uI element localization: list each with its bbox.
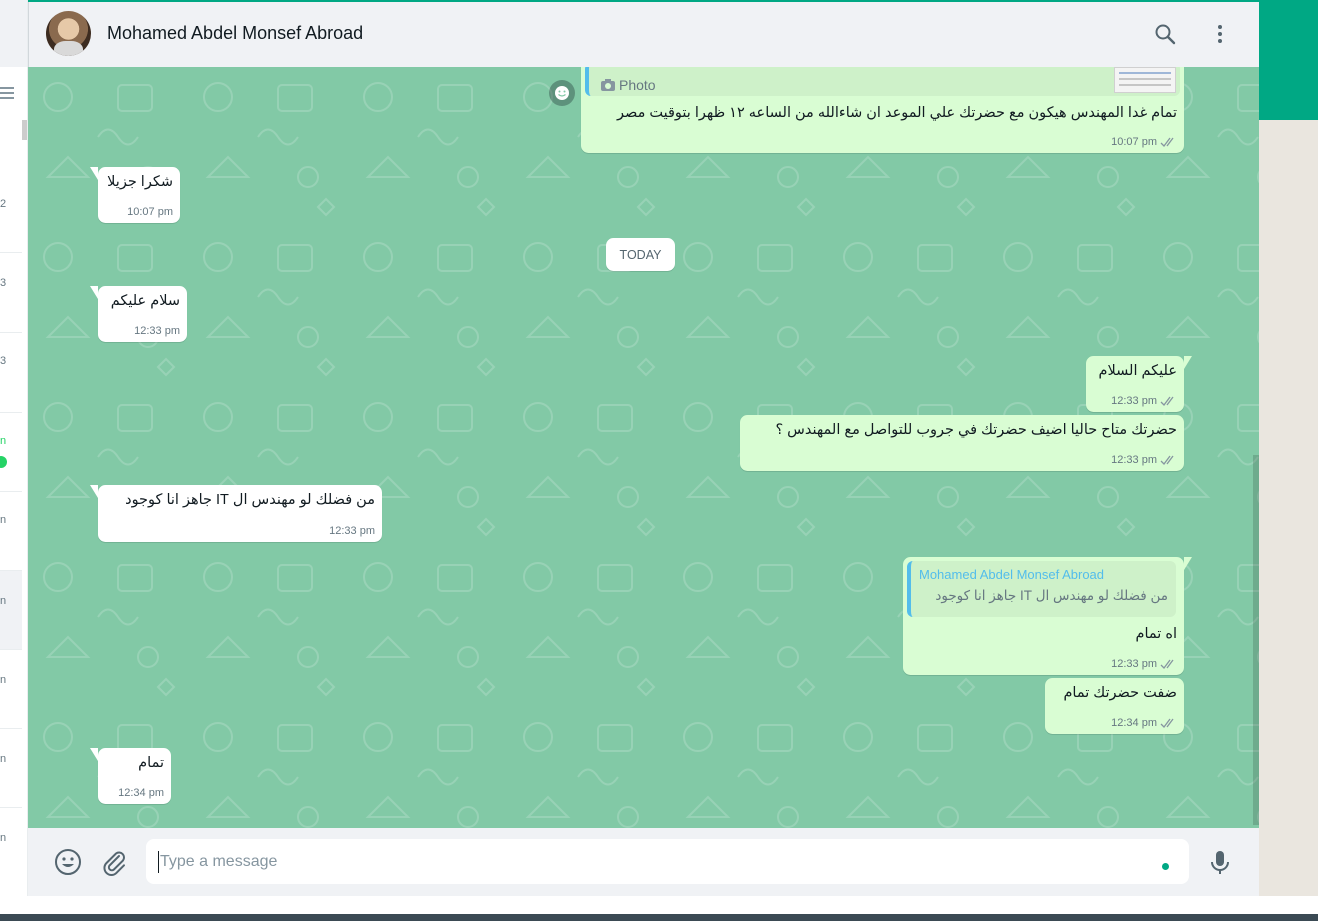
- message-meta: 12:34 pm: [118, 787, 164, 799]
- message-time: 12:33 pm: [134, 325, 180, 337]
- composer: [28, 828, 1259, 896]
- quoted-sender: Mohamed Abdel Monsef Abroad: [919, 567, 1105, 582]
- message-meta: 12:33 pm: [329, 525, 375, 537]
- message-time: 12:34 pm: [1111, 717, 1157, 729]
- date-separator: TODAY: [606, 238, 675, 271]
- emoji-icon[interactable]: [54, 848, 82, 876]
- double-check-icon: [1160, 455, 1174, 465]
- chat-row[interactable]: n: [0, 492, 22, 571]
- chat-row-time: 3: [0, 355, 7, 367]
- message-time: 12:33 pm: [1111, 454, 1157, 466]
- message-text: سلام عليكم: [110, 293, 180, 309]
- chat-row[interactable]: n: [0, 571, 22, 650]
- message-incoming[interactable]: شكرا جزيلا 10:07 pm: [90, 167, 180, 223]
- window-bottom-edge: [0, 896, 1318, 914]
- chat-row[interactable]: 3: [0, 333, 22, 413]
- message-incoming[interactable]: تمام 12:34 pm: [90, 748, 171, 804]
- message-text: اه تمام: [1135, 626, 1177, 642]
- message-incoming[interactable]: من فضلك لو مهندس ال IT جاهز انا كوجود 12…: [90, 485, 382, 542]
- taskbar-edge: [0, 914, 1318, 921]
- message-text: حضرتك متاح حاليا اضيف حضرتك في جروب للتو…: [775, 422, 1177, 438]
- reply-preview-label: Photo: [601, 77, 1172, 93]
- chat-row-time: n: [0, 674, 7, 686]
- reply-preview[interactable]: Photo: [585, 67, 1180, 96]
- filter-icon[interactable]: [0, 84, 14, 100]
- message-outgoing[interactable]: Photo تمام غدا المهندس هيكون مع حضرتك عل…: [581, 67, 1184, 153]
- text-caret: [158, 851, 159, 873]
- message-meta: 12:33 pm: [1111, 395, 1177, 407]
- message-time: 12:33 pm: [1111, 395, 1157, 407]
- conversation-header[interactable]: Mohamed Abdel Monsef Abroad: [28, 2, 1259, 67]
- message-outgoing[interactable]: Mohamed Abdel Monsef Abroad من فضلك لو م…: [903, 557, 1192, 675]
- background-accent-strip: [1259, 0, 1318, 120]
- message-text: عليكم السلام: [1098, 363, 1177, 379]
- chat-row-time: n: [0, 832, 7, 844]
- app-root: 2 3 3 n n n n n n Mohamed Abdel Monsef A…: [0, 0, 1318, 921]
- message-time: 12:33 pm: [329, 525, 375, 537]
- message-text: من فضلك لو مهندس ال IT جاهز انا كوجود: [125, 492, 375, 508]
- mic-icon[interactable]: [1206, 848, 1234, 876]
- chat-list-sliver[interactable]: 2 3 3 n n n n n n: [0, 0, 28, 896]
- chat-row[interactable]: n: [0, 729, 22, 808]
- message-meta: 12:33 pm: [134, 325, 180, 337]
- chat-row-time: n: [0, 753, 7, 765]
- message-outgoing[interactable]: حضرتك متاح حاليا اضيف حضرتك في جروب للتو…: [740, 415, 1184, 471]
- chat-row-time: 2: [0, 198, 7, 210]
- chat-row-time: n: [0, 435, 7, 447]
- message-incoming[interactable]: سلام عليكم 12:33 pm: [90, 286, 187, 342]
- double-check-icon: [1160, 718, 1174, 728]
- message-meta: 12:34 pm: [1111, 717, 1177, 729]
- message-text: تمام: [138, 755, 164, 771]
- chat-row[interactable]: n: [0, 413, 22, 492]
- message-time: 12:34 pm: [118, 787, 164, 799]
- chat-list-scrollbar[interactable]: [22, 120, 27, 140]
- chat-row[interactable]: n: [0, 650, 22, 729]
- message-outgoing[interactable]: ضفت حضرتك تمام 12:34 pm: [1045, 678, 1184, 734]
- double-check-icon: [1160, 396, 1174, 406]
- message-list[interactable]: Photo تمام غدا المهندس هيكون مع حضرتك عل…: [28, 67, 1259, 828]
- message-meta: 10:07 pm: [127, 206, 173, 218]
- message-meta: 12:33 pm: [1111, 658, 1177, 670]
- message-meta: 10:07 pm: [1111, 136, 1177, 148]
- message-input[interactable]: [146, 839, 1189, 884]
- message-text: تمام غدا المهندس هيكون مع حضرتك علي المو…: [617, 105, 1177, 121]
- message-text: ضفت حضرتك تمام: [1063, 685, 1177, 701]
- reply-preview-text: Photo: [619, 77, 656, 93]
- double-check-icon: [1160, 137, 1174, 147]
- message-time: 12:33 pm: [1111, 658, 1157, 670]
- photo-thumbnail[interactable]: [1114, 67, 1176, 93]
- message-time: 10:07 pm: [127, 206, 173, 218]
- chat-row-time: 3: [0, 277, 7, 289]
- message-time: 10:07 pm: [1111, 136, 1157, 148]
- double-check-icon: [1160, 659, 1174, 669]
- chat-row[interactable]: 2: [0, 160, 22, 253]
- chat-row[interactable]: 3: [0, 253, 22, 333]
- chat-row-time: n: [0, 595, 7, 607]
- conversation-panel: Mohamed Abdel Monsef Abroad Photo تمام غ…: [28, 0, 1259, 896]
- message-input-wrapper[interactable]: [146, 839, 1189, 884]
- reaction-button[interactable]: [549, 80, 575, 106]
- chat-row-time: n: [0, 514, 7, 526]
- chat-list-header: [0, 0, 27, 67]
- chat-row[interactable]: n: [0, 808, 22, 887]
- message-scrollbar[interactable]: [1253, 455, 1259, 825]
- camera-icon: [601, 79, 615, 91]
- message-outgoing[interactable]: عليكم السلام 12:33 pm: [1086, 356, 1192, 412]
- quoted-message[interactable]: Mohamed Abdel Monsef Abroad من فضلك لو م…: [907, 561, 1176, 617]
- message-text: شكرا جزيلا: [107, 174, 173, 190]
- attach-icon[interactable]: [100, 848, 128, 876]
- background-grey-strip: [1259, 120, 1318, 916]
- search-icon[interactable]: [1153, 22, 1177, 46]
- avatar[interactable]: [46, 11, 91, 56]
- menu-icon[interactable]: [1208, 22, 1232, 46]
- message-meta: 12:33 pm: [1111, 454, 1177, 466]
- spellcheck-indicator[interactable]: [1162, 863, 1169, 870]
- quoted-text: من فضلك لو مهندس ال IT جاهز انا كوجود: [935, 588, 1168, 603]
- contact-name[interactable]: Mohamed Abdel Monsef Abroad: [107, 23, 363, 44]
